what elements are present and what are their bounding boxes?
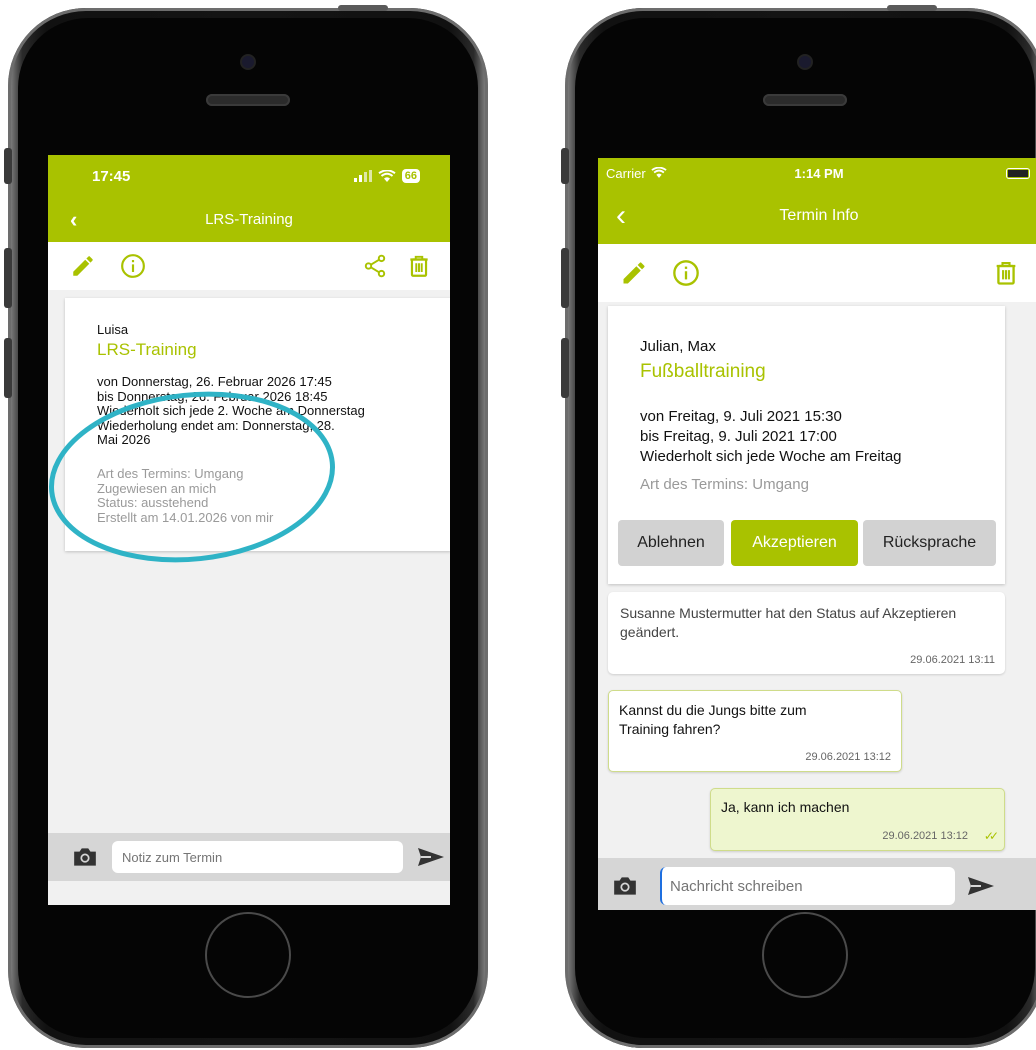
appointment-type: Art des Termins: Umgang <box>640 476 809 493</box>
front-camera <box>799 56 811 68</box>
appointment-title: Fußballtraining <box>640 361 766 382</box>
date-from: von Freitag, 9. Juli 2021 15:30 <box>640 408 842 425</box>
message-text: Kannst du die Jungs bitte zum Training f… <box>619 702 807 737</box>
home-button[interactable] <box>205 912 291 998</box>
volume-up-button <box>4 248 12 308</box>
send-icon[interactable] <box>967 875 995 897</box>
read-checkmark-icon: ✓✓ <box>983 829 999 843</box>
message-input[interactable] <box>660 867 955 905</box>
power-button <box>338 5 388 11</box>
nav-bar: ‹ LRS-Training <box>48 197 450 242</box>
toolbar <box>598 244 1036 302</box>
volume-down-button <box>561 338 569 398</box>
nav-title: LRS-Training <box>205 211 293 228</box>
appointment-title: LRS-Training <box>97 340 197 359</box>
mute-switch <box>4 148 12 184</box>
trash-icon[interactable] <box>992 259 1020 287</box>
wifi-icon <box>378 169 396 182</box>
consult-button[interactable]: Rücksprache <box>863 520 996 566</box>
status-bar: Carrier 1:14 PM <box>598 158 1036 188</box>
note-input[interactable] <box>112 841 403 873</box>
earpiece-speaker <box>206 94 290 106</box>
screen-right: Carrier 1:14 PM ‹ Termin Info Julian, Ma… <box>598 158 1036 910</box>
trash-icon[interactable] <box>406 253 432 279</box>
message-time: 29.06.2021 13:11 <box>910 654 995 666</box>
highlight-ring <box>49 391 335 563</box>
received-message: Kannst du die Jungs bitte zum Training f… <box>608 690 902 772</box>
nav-bar: ‹ Termin Info <box>598 188 1036 244</box>
edit-pencil-icon[interactable] <box>70 253 96 279</box>
decline-button[interactable]: Ablehnen <box>618 520 724 566</box>
info-icon[interactable] <box>120 253 146 279</box>
back-chevron-icon[interactable]: ‹ <box>616 199 626 233</box>
accept-button[interactable]: Akzeptieren <box>731 520 858 566</box>
note-input-bar <box>48 833 450 881</box>
sent-message: Ja, kann ich machen 29.06.2021 13:12 ✓✓ <box>710 788 1005 851</box>
earpiece-speaker <box>763 94 847 106</box>
participant-name: Luisa <box>97 322 129 337</box>
home-button[interactable] <box>762 912 848 998</box>
volume-down-button <box>4 338 12 398</box>
participant-names: Julian, Max <box>640 338 716 355</box>
info-icon[interactable] <box>672 259 700 287</box>
nav-title: Termin Info <box>779 207 859 224</box>
toolbar <box>48 242 450 290</box>
status-time: 17:45 <box>92 167 131 185</box>
signal-icon <box>353 170 372 182</box>
edit-pencil-icon[interactable] <box>620 259 648 287</box>
battery-icon: 66 <box>401 169 420 183</box>
message-text: Susanne Mustermutter hat den Status auf … <box>620 605 957 640</box>
message-time: 29.06.2021 13:12 <box>805 751 891 763</box>
recurrence: Wiederholt sich jede Woche am Freitag <box>640 448 902 465</box>
power-button <box>887 5 937 11</box>
phone-frame-right: Carrier 1:14 PM ‹ Termin Info Julian, Ma… <box>561 5 1036 1048</box>
status-time: 1:14 PM <box>794 165 844 181</box>
camera-icon[interactable] <box>612 875 638 897</box>
front-camera <box>242 56 254 68</box>
message-text: Ja, kann ich machen <box>721 799 850 815</box>
appointment-card[interactable]: Julian, Max Fußballtraining von Freitag,… <box>608 306 1005 584</box>
mute-switch <box>561 148 569 184</box>
message-input-bar <box>598 858 1036 910</box>
date-to: bis Freitag, 9. Juli 2021 17:00 <box>640 428 837 445</box>
message-time: 29.06.2021 13:12 <box>882 830 968 842</box>
volume-up-button <box>561 248 569 308</box>
send-icon[interactable] <box>417 846 445 868</box>
status-change-message: Susanne Mustermutter hat den Status auf … <box>608 592 1005 674</box>
back-chevron-icon[interactable]: ‹ <box>70 207 77 233</box>
status-bar: 17:45 66 <box>48 155 450 197</box>
camera-icon[interactable] <box>72 846 98 868</box>
share-icon[interactable] <box>362 253 388 279</box>
